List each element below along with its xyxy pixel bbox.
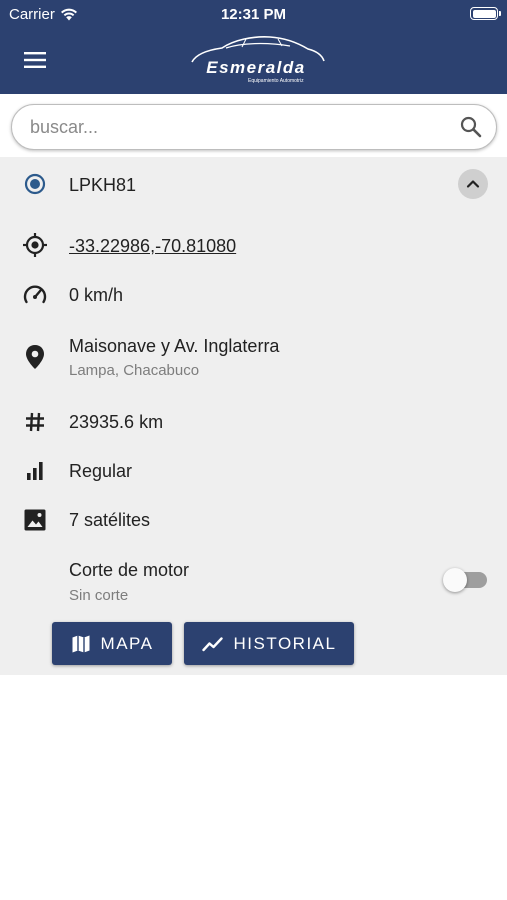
signal-quality: Regular xyxy=(69,461,133,481)
map-button-label: MAPA xyxy=(100,633,154,653)
toggle-knob xyxy=(443,568,467,592)
collapse-button[interactable] xyxy=(458,169,488,199)
vehicle-plate: LPKH81 xyxy=(69,175,137,195)
signal-bars-icon xyxy=(22,458,48,484)
engine-cut-toggle[interactable] xyxy=(443,568,489,592)
battery-icon xyxy=(470,7,501,20)
search-bar xyxy=(11,104,497,150)
gps-fixed-icon xyxy=(22,232,48,258)
status-time: 12:31 PM xyxy=(220,6,287,23)
speed-value: 0 km/h xyxy=(69,285,124,305)
search-input[interactable] xyxy=(30,112,450,142)
logo-text: Esmeralda xyxy=(206,58,306,77)
map-button[interactable]: MAPA xyxy=(52,622,172,665)
address-locality: Lampa, Chacabuco xyxy=(69,362,200,379)
coordinates-link[interactable]: -33.22986,-70.81080 xyxy=(69,236,236,257)
engine-cut-label: Corte de motor xyxy=(69,560,190,580)
search-icon[interactable] xyxy=(459,115,483,139)
satellite-count: 7 satélites xyxy=(69,510,151,530)
hashtag-icon xyxy=(22,409,48,435)
app-header: Carrier 12:31 PM Esmeralda Equipamiento … xyxy=(0,0,507,94)
map-icon xyxy=(72,635,90,652)
status-bar: Carrier 12:31 PM xyxy=(0,0,507,28)
brand-logo: Esmeralda Equipamiento Automotriz xyxy=(186,34,326,86)
history-button[interactable]: HISTORIAL xyxy=(184,622,354,665)
chevron-up-icon xyxy=(466,180,480,188)
trending-up-icon xyxy=(201,636,223,651)
odometer-value: 23935.6 km xyxy=(69,412,164,432)
radio-selected-icon xyxy=(22,171,48,197)
speedometer-icon xyxy=(22,282,48,308)
engine-cut-status: Sin corte xyxy=(69,587,129,604)
image-icon xyxy=(22,507,48,533)
address-street: Maisonave y Av. Inglaterra xyxy=(69,336,280,356)
location-pin-icon xyxy=(22,344,48,370)
hamburger-menu-icon[interactable] xyxy=(22,50,48,70)
history-button-label: HISTORIAL xyxy=(233,633,337,653)
logo-subtitle: Equipamiento Automotriz xyxy=(248,78,304,84)
